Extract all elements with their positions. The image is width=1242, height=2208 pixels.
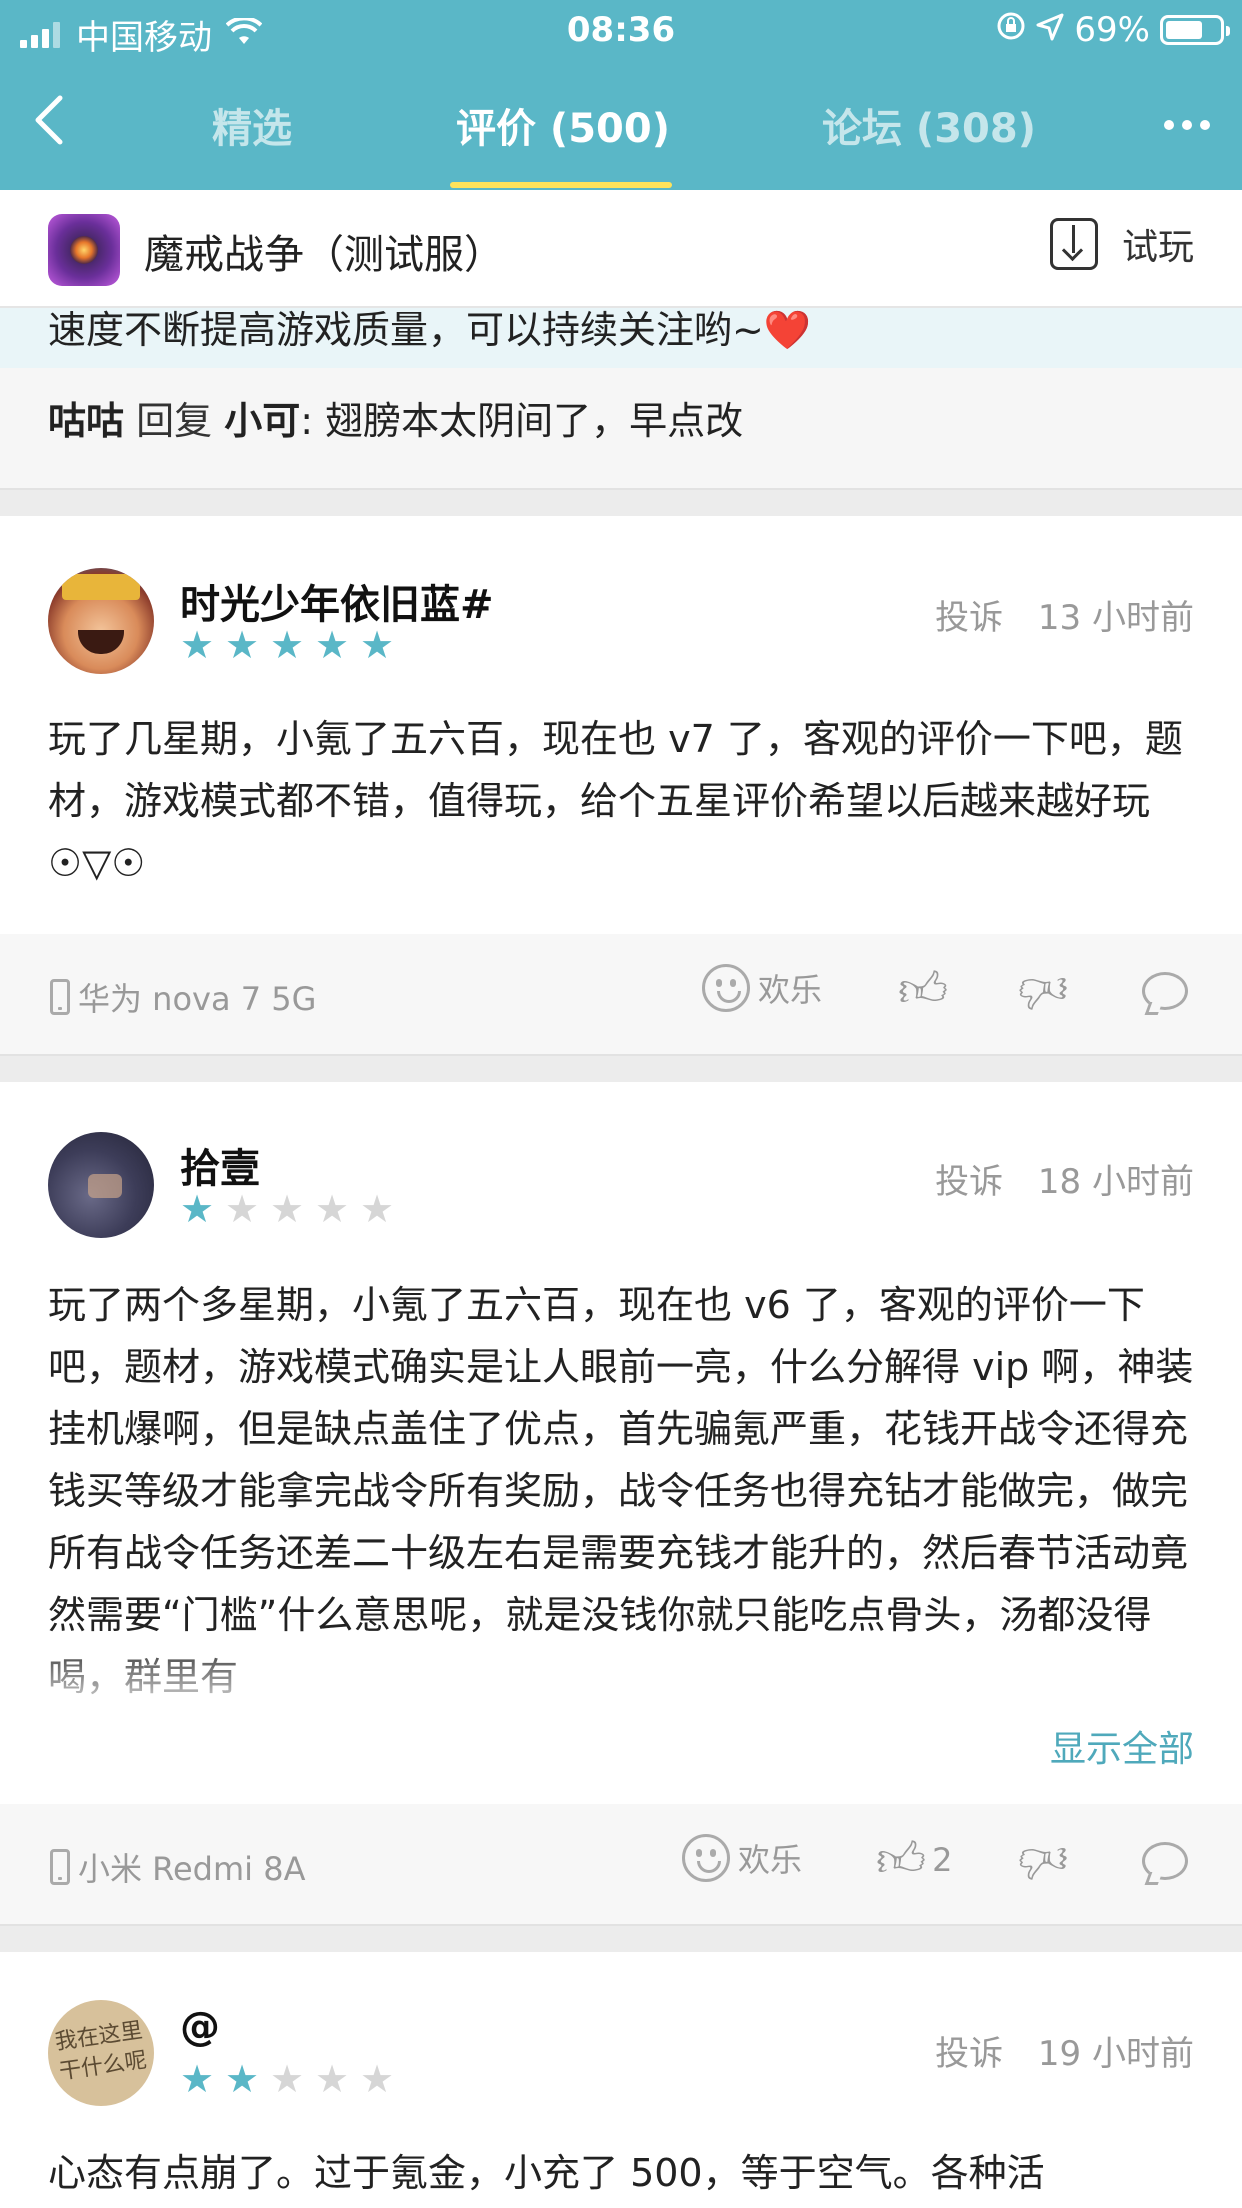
like-button[interactable]: 👍︎ 2 [876, 1834, 953, 1886]
more-icon[interactable] [1162, 92, 1212, 143]
avatar[interactable] [48, 1132, 154, 1238]
star-icon: ★ [315, 2057, 350, 2101]
star-icon: ★ [315, 1187, 350, 1231]
like-count: 2 [932, 1841, 953, 1879]
comment-button[interactable] [1142, 1842, 1188, 1880]
star-icon: ★ [180, 623, 215, 667]
star-icon: ★ [180, 1187, 215, 1231]
tab-reviews[interactable]: 评价 (500) [456, 96, 670, 154]
top-nav: 精选 评价 (500) 论坛 (308) [0, 62, 1242, 190]
app-name: 魔戒战争（测试服） [144, 232, 504, 278]
comment-icon [1142, 972, 1188, 1010]
rating-stars: ★ ★ ★ ★ ★ [180, 623, 405, 667]
review-meta: 投诉 19 小时前 [935, 2026, 1194, 2075]
try-play-label: 试玩 [1121, 227, 1194, 268]
tab-forum[interactable]: 论坛 (308) [822, 96, 1036, 154]
thumbs-down-icon: 👍︎ [1018, 1832, 1069, 1888]
status-bar: 中国移动 08:36 69% [0, 0, 1242, 62]
report-button[interactable]: 投诉 [935, 598, 1003, 638]
thumbs-up-icon: 👍︎ [898, 962, 949, 1018]
comment-icon [1142, 1842, 1188, 1880]
review-footer: 小米 Redmi 8A 欢乐 👍︎ 2 👍︎ [0, 1804, 1242, 1924]
reply-line[interactable]: 咕咕 回复 小可: 翅膀本太阴间了，早点改 [48, 390, 743, 445]
device-name: 华为 nova 7 5G [78, 980, 317, 1018]
section-divider [0, 488, 1242, 516]
rating-stars: ★ ★ ★ ★ ★ [180, 1187, 405, 1231]
comment-button[interactable] [1142, 972, 1188, 1010]
mood-label: 欢乐 [758, 971, 823, 1009]
star-icon: ★ [180, 2057, 215, 2101]
review-time: 13 小时前 [1037, 598, 1194, 638]
device-info: 小米 Redmi 8A [50, 1844, 305, 1890]
content-fade [0, 1638, 1242, 1708]
device-info: 华为 nova 7 5G [50, 974, 316, 1020]
review-content[interactable]: 玩了几星期，小氪了五六百，现在也 v7 了，客观的评价一下吧，题材，游戏模式都不… [48, 708, 1194, 894]
review-time: 19 小时前 [1037, 2034, 1194, 2074]
star-icon: ★ [360, 1187, 395, 1231]
review-card: 我在这里干什么呢 @ ★ ★ ★ ★ ★ 投诉 19 小时前 心态有点崩了。过于… [0, 1952, 1242, 2208]
show-all-link[interactable]: 显示全部 [1050, 1720, 1194, 1772]
dislike-button[interactable]: 👍︎ [1018, 962, 1069, 1018]
star-icon: ★ [270, 1187, 305, 1231]
star-icon: ★ [270, 2057, 305, 2101]
app-header: 中国移动 08:36 69% 精选 评价 (500) 论坛 (308) [0, 0, 1242, 190]
download-icon [1049, 218, 1098, 270]
section-divider [0, 1924, 1242, 1952]
review-card: 时光少年依旧蓝# ★ ★ ★ ★ ★ 投诉 13 小时前 玩了几星期，小氪了五六… [0, 516, 1242, 934]
review-username[interactable]: @ [180, 2004, 220, 2050]
section-divider [0, 1054, 1242, 1082]
review-username[interactable]: 拾壹 [180, 1136, 260, 1194]
star-icon: ★ [225, 623, 260, 667]
avatar[interactable]: 我在这里干什么呢 [48, 2000, 154, 2106]
app-info-bar: 魔戒战争（测试服） 试玩 [0, 190, 1242, 308]
review-time: 18 小时前 [1037, 1162, 1194, 1202]
review-username[interactable]: 时光少年依旧蓝# [180, 572, 494, 630]
smile-icon [682, 1834, 730, 1882]
rating-stars: ★ ★ ★ ★ ★ [180, 2057, 405, 2101]
mood-button[interactable]: 欢乐 [682, 1834, 802, 1882]
star-icon: ★ [225, 2057, 260, 2101]
report-button[interactable]: 投诉 [935, 1162, 1003, 1202]
review-meta: 投诉 18 小时前 [935, 1154, 1194, 1203]
review-footer: 华为 nova 7 5G 欢乐 👍︎ 👍︎ [0, 934, 1242, 1054]
star-icon: ★ [225, 1187, 260, 1231]
star-icon: ★ [315, 623, 350, 667]
thumbs-down-icon: 👍︎ [1018, 962, 1069, 1018]
tab-featured[interactable]: 精选 [212, 96, 292, 154]
location-icon [1036, 10, 1064, 50]
thumbs-up-icon: 👍︎ [876, 1832, 927, 1888]
reply-to-user[interactable]: 小可 [224, 399, 300, 443]
try-play-button[interactable]: 试玩 [1049, 218, 1194, 270]
reply-word: 回复 [136, 399, 213, 443]
dislike-button[interactable]: 👍︎ [1018, 1832, 1069, 1888]
review-meta: 投诉 13 小时前 [935, 590, 1194, 639]
rotation-lock-icon [996, 10, 1026, 50]
avatar-text: 我在这里干什么呢 [53, 2018, 149, 2085]
report-button[interactable]: 投诉 [935, 2034, 1003, 2074]
battery-percent: 69% [1074, 10, 1150, 50]
avatar[interactable] [48, 568, 154, 674]
phone-icon [50, 979, 70, 1015]
mood-button[interactable]: 欢乐 [702, 964, 822, 1012]
mood-label: 欢乐 [738, 1841, 803, 1879]
star-icon: ★ [360, 623, 395, 667]
battery-icon [1160, 15, 1230, 45]
app-icon[interactable] [48, 214, 120, 286]
back-button[interactable] [30, 90, 66, 160]
like-button[interactable]: 👍︎ [898, 964, 948, 1016]
active-tab-indicator [450, 182, 672, 188]
smile-icon [702, 964, 750, 1012]
device-name: 小米 Redmi 8A [78, 1850, 306, 1888]
star-icon: ★ [360, 2057, 395, 2101]
reply-from-user[interactable]: 咕咕 [48, 399, 124, 443]
phone-icon [50, 1849, 70, 1885]
review-content[interactable]: 心态有点崩了。过于氪金，小充了 500，等于空气。各种活 [48, 2142, 1194, 2208]
reply-quoted-text: 速度不断提高游戏质量，可以持续关注哟~❤️ [0, 308, 1242, 368]
star-icon: ★ [270, 623, 305, 667]
reply-text: : 翅膀本太阴间了，早点改 [300, 399, 744, 443]
reply-snippet: 速度不断提高游戏质量，可以持续关注哟~❤️ 咕咕 回复 小可: 翅膀本太阴间了，… [0, 308, 1242, 488]
review-card: 拾壹 ★ ★ ★ ★ ★ 投诉 18 小时前 玩了两个多星期，小氪了五六百，现在… [0, 1082, 1242, 1804]
